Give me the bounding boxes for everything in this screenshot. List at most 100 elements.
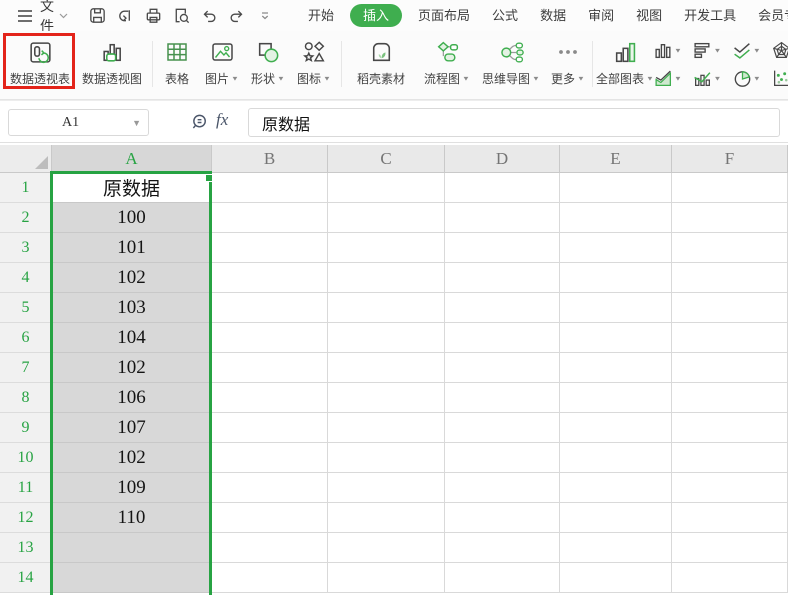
cell-B10[interactable] <box>212 443 328 473</box>
tab-membership[interactable]: 会员专享 <box>747 0 788 31</box>
cell-F3[interactable] <box>672 233 788 263</box>
more-button[interactable]: 更多▼ <box>546 35 590 93</box>
cell-E3[interactable] <box>560 233 672 263</box>
cell-D8[interactable] <box>445 383 560 413</box>
cell-F4[interactable] <box>672 263 788 293</box>
cell-A4[interactable]: 102 <box>52 263 212 293</box>
cell-A6[interactable]: 104 <box>52 323 212 353</box>
cell-D13[interactable] <box>445 533 560 563</box>
print-preview-icon[interactable] <box>171 6 191 26</box>
row-header-13[interactable]: 13 <box>0 533 52 563</box>
tab-insert[interactable]: 插入 <box>350 4 402 27</box>
cell-E12[interactable] <box>560 503 672 533</box>
flowchart-button[interactable]: 流程图▼ <box>418 35 476 93</box>
cell-F6[interactable] <box>672 323 788 353</box>
cell-C3[interactable] <box>328 233 445 263</box>
pivot-table-button[interactable]: 数据透视表 <box>6 35 74 93</box>
cell-E2[interactable] <box>560 203 672 233</box>
row-header-8[interactable]: 8 <box>0 383 52 413</box>
cell-F12[interactable] <box>672 503 788 533</box>
print-icon[interactable] <box>143 6 163 26</box>
cell-E5[interactable] <box>560 293 672 323</box>
selection-fill-handle[interactable] <box>205 174 213 182</box>
column-header-D[interactable]: D <box>445 145 560 173</box>
tab-developer[interactable]: 开发工具 <box>673 0 747 31</box>
cell-E9[interactable] <box>560 413 672 443</box>
cell-A10[interactable]: 102 <box>52 443 212 473</box>
row-header-12[interactable]: 12 <box>0 503 52 533</box>
row-header-10[interactable]: 10 <box>0 443 52 473</box>
cell-C10[interactable] <box>328 443 445 473</box>
picture-button[interactable]: 图片▼ <box>199 35 245 93</box>
cell-A13[interactable] <box>52 533 212 563</box>
customize-toolbar-chevron-icon[interactable] <box>255 6 275 26</box>
cell-C14[interactable] <box>328 563 445 593</box>
cell-E11[interactable] <box>560 473 672 503</box>
pivot-chart-button[interactable]: 数据透视图 <box>76 35 148 93</box>
hamburger-menu-icon[interactable] <box>17 9 33 23</box>
scatter-chart-icon[interactable] <box>772 64 788 92</box>
cell-C13[interactable] <box>328 533 445 563</box>
row-header-3[interactable]: 3 <box>0 233 52 263</box>
cell-A14[interactable] <box>52 563 212 593</box>
cell-B4[interactable] <box>212 263 328 293</box>
cell-A9[interactable]: 107 <box>52 413 212 443</box>
cell-C4[interactable] <box>328 263 445 293</box>
cell-C2[interactable] <box>328 203 445 233</box>
formula-input[interactable]: 原数据 <box>248 108 780 137</box>
cell-D4[interactable] <box>445 263 560 293</box>
cell-A8[interactable]: 106 <box>52 383 212 413</box>
cell-B1[interactable] <box>212 173 328 203</box>
cell-A12[interactable]: 110 <box>52 503 212 533</box>
cell-C12[interactable] <box>328 503 445 533</box>
cell-E13[interactable] <box>560 533 672 563</box>
cell-D1[interactable] <box>445 173 560 203</box>
cell-F10[interactable] <box>672 443 788 473</box>
cell-F9[interactable] <box>672 413 788 443</box>
cell-B3[interactable] <box>212 233 328 263</box>
cell-B6[interactable] <box>212 323 328 353</box>
name-box-chevron-icon[interactable]: ▼ <box>132 118 141 128</box>
combo-chart-icon[interactable]: ▼ <box>693 64 732 92</box>
tab-formulas[interactable]: 公式 <box>481 0 529 31</box>
all-charts-button[interactable]: 全部图表▼ <box>596 35 654 93</box>
cell-E10[interactable] <box>560 443 672 473</box>
name-box[interactable]: A1 ▼ <box>8 109 149 136</box>
cell-B9[interactable] <box>212 413 328 443</box>
tab-data[interactable]: 数据 <box>529 0 577 31</box>
cell-B5[interactable] <box>212 293 328 323</box>
cell-F7[interactable] <box>672 353 788 383</box>
cell-F11[interactable] <box>672 473 788 503</box>
tab-view[interactable]: 视图 <box>625 0 673 31</box>
cell-B12[interactable] <box>212 503 328 533</box>
cell-E8[interactable] <box>560 383 672 413</box>
cell-D5[interactable] <box>445 293 560 323</box>
cell-E7[interactable] <box>560 353 672 383</box>
row-header-5[interactable]: 5 <box>0 293 52 323</box>
mindmap-button[interactable]: 思维导图▼ <box>478 35 544 93</box>
cell-D12[interactable] <box>445 503 560 533</box>
cell-E4[interactable] <box>560 263 672 293</box>
cell-B8[interactable] <box>212 383 328 413</box>
docer-material-button[interactable]: 稻壳素材 <box>346 35 416 93</box>
cell-D9[interactable] <box>445 413 560 443</box>
cell-F1[interactable] <box>672 173 788 203</box>
column-header-C[interactable]: C <box>328 145 445 173</box>
zoom-formula-icon[interactable] <box>191 113 210 132</box>
select-all-corner[interactable] <box>0 145 52 173</box>
row-header-14[interactable]: 14 <box>0 563 52 593</box>
cell-D7[interactable] <box>445 353 560 383</box>
cell-B7[interactable] <box>212 353 328 383</box>
row-header-9[interactable]: 9 <box>0 413 52 443</box>
cell-E14[interactable] <box>560 563 672 593</box>
cell-E1[interactable] <box>560 173 672 203</box>
cell-D11[interactable] <box>445 473 560 503</box>
save-icon[interactable] <box>87 6 107 26</box>
bar-chart-icon[interactable]: ▼ <box>693 36 732 64</box>
cell-A7[interactable]: 102 <box>52 353 212 383</box>
row-header-7[interactable]: 7 <box>0 353 52 383</box>
tab-page-layout[interactable]: 页面布局 <box>407 0 481 31</box>
icons-button[interactable]: 图标▼ <box>291 35 337 93</box>
pie-chart-icon[interactable]: ▼ <box>733 64 772 92</box>
column-header-E[interactable]: E <box>560 145 672 173</box>
